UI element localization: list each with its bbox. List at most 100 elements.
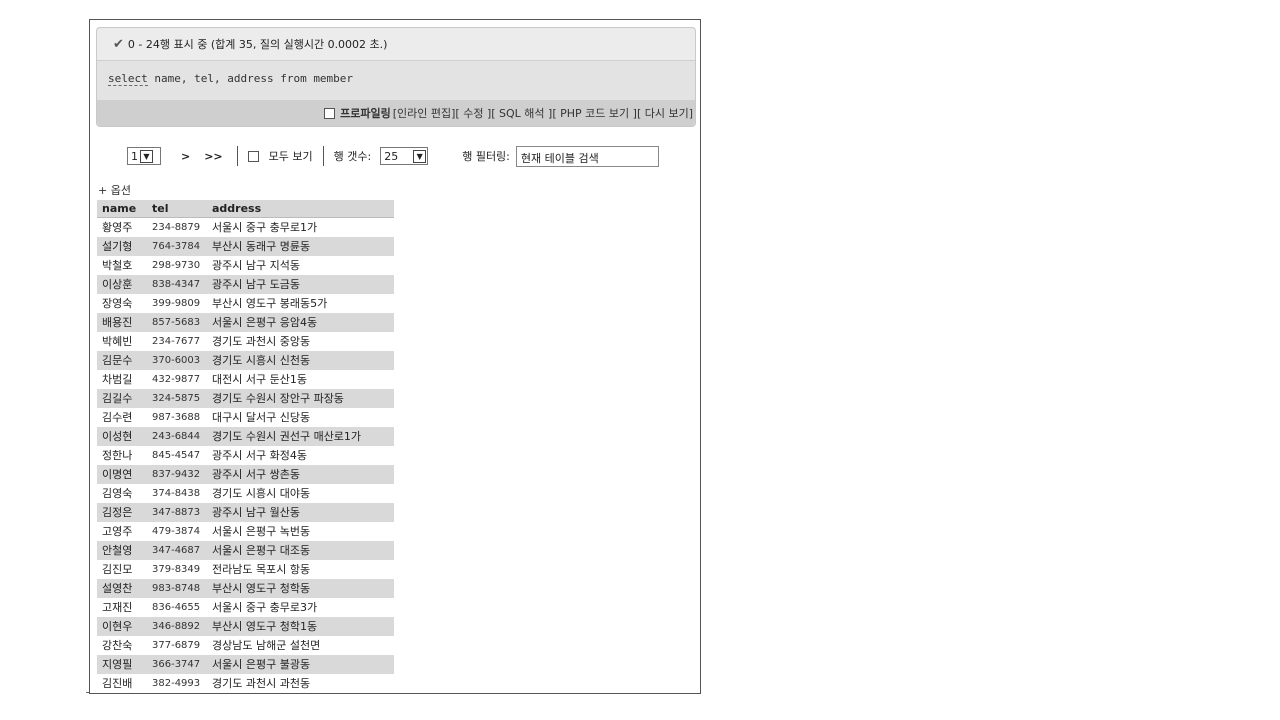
chevron-down-icon: ▼ (140, 149, 153, 163)
cell-name: 김진모 (102, 563, 133, 576)
cell-address: 경상남도 남해군 설천면 (212, 639, 321, 652)
cell-name: 이명연 (97, 465, 147, 484)
table-row[interactable]: 고영주 479-3874 서울시 은평구 녹번동 (97, 522, 394, 541)
column-header-address[interactable]: address (207, 200, 394, 218)
cell-name: 김영숙 (102, 487, 133, 500)
sql-query: select name, tel, address from member (108, 72, 354, 86)
cell-address: 경기도 시흥시 대야동 (212, 487, 311, 500)
cell-name: 차범길 (102, 373, 133, 386)
result-message: 0 - 24행 표시 중 (합계 35, 질의 실행시간 0.0002 초.) (127, 38, 388, 51)
show-all-label: 모두 보기 (268, 150, 313, 163)
table-row[interactable]: 김길수 324-5875 경기도 수원시 장안구 파장동 (97, 389, 394, 408)
table-row[interactable]: 정한나 845-4547 광주시 서구 화정4동 (97, 446, 394, 465)
table-row[interactable]: 이성현 243-6844 경기도 수원시 권선구 매산로1가 (97, 427, 394, 446)
cell-name: 박혜빈 (102, 335, 133, 348)
check-icon: ✔ (113, 36, 124, 52)
cell-name: 이상훈 (97, 275, 147, 294)
cell-address: 경기도 수원시 권선구 매산로1가 (207, 427, 394, 446)
cell-address: 경기도 수원시 장안구 파장동 (207, 389, 394, 408)
cell-name: 이현우 (97, 617, 147, 636)
cell-address: 부산시 영도구 청학동 (207, 579, 394, 598)
table-row[interactable]: 차범길 432-9877 대전시 서구 둔산1동 (97, 370, 394, 389)
rows-count-value: 25 (384, 149, 399, 163)
table-row[interactable]: 설영찬 983-8748 부산시 영도구 청학동 (97, 579, 394, 598)
cell-name: 이성현 (97, 427, 147, 446)
cell-tel: 366-3747 (147, 655, 207, 674)
table-row[interactable]: 김정은 347-8873 광주시 남구 월산동 (97, 503, 394, 522)
cell-tel: 374-8438 (152, 488, 201, 499)
table-row[interactable]: 이명연 837-9432 광주시 서구 쌍촌동 (97, 465, 394, 484)
refresh-link[interactable]: [ 다시 보기] (637, 105, 693, 121)
cell-address: 경기도 과천시 과천동 (212, 677, 311, 690)
cell-tel: 346-8892 (147, 617, 207, 636)
cell-name: 김수련 (102, 411, 133, 424)
sql-query-rest: name, tel, address from member (147, 72, 354, 85)
cell-name: 설기형 (97, 237, 147, 256)
table-row[interactable]: 배용진 857-5683 서울시 은평구 응암4동 (97, 313, 394, 332)
table-row[interactable]: 김진모 379-8349 전라남도 목포시 항동 (97, 560, 394, 579)
cell-tel: 324-5875 (147, 389, 207, 408)
cell-name: 정한나 (102, 449, 133, 462)
cell-name: 장영숙 (102, 297, 133, 310)
profiling-checkbox[interactable] (324, 107, 336, 119)
cell-name: 황영주 (102, 221, 133, 234)
table-row[interactable]: 고재진 836-4655 서울시 중구 충무로3가 (97, 598, 394, 617)
options-link[interactable]: + 옵션 (98, 182, 131, 198)
cell-address: 서울시 은평구 대조동 (207, 541, 394, 560)
cell-name: 지영필 (97, 655, 147, 674)
inline-edit-link[interactable]: [인라인 편집] (393, 105, 456, 121)
rows-count-label: 행 갯수: (333, 150, 372, 163)
table-row[interactable]: 김수련 987-3688 대구시 달서구 신당동 (97, 408, 394, 427)
column-header-name[interactable]: name (97, 200, 147, 218)
table-body: 황영주 234-8879 서울시 중구 충무로1가 설기형 764-3784 부산시 동래… (97, 218, 394, 694)
table-row[interactable]: 이현우 346-8892 부산시 영도구 청학1동 (97, 617, 394, 636)
cell-address: 서울시 은평구 녹번동 (212, 525, 311, 538)
sql-explain-link[interactable]: [ SQL 해석 ] (491, 105, 552, 121)
table-row[interactable]: 이상훈 838-4347 광주시 남구 도금동 (97, 275, 394, 294)
cell-tel: 432-9877 (152, 374, 201, 385)
cell-tel: 377-6879 (152, 640, 201, 651)
next-page-button[interactable]: > (181, 150, 190, 163)
cell-address: 전라남도 목포시 항동 (212, 563, 311, 576)
table-row[interactable]: 장영숙 399-9809 부산시 영도구 봉래동5가 (97, 294, 394, 313)
corner-mark (86, 692, 89, 693)
table-row[interactable]: 김영숙 374-8438 경기도 시흥시 대야동 (97, 484, 394, 503)
table-row[interactable]: 박혜빈 234-7677 경기도 과천시 중앙동 (97, 332, 394, 351)
cell-address: 서울시 중구 충무로3가 (212, 601, 318, 614)
cell-name: 박철호 (102, 259, 133, 272)
cell-tel: 347-8873 (147, 503, 207, 522)
rows-count-select[interactable]: 25 ▼ (380, 147, 429, 165)
cell-address: 경기도 시흥시 신천동 (207, 351, 394, 370)
cell-address: 부산시 영도구 청학1동 (207, 617, 394, 636)
cell-tel: 857-5683 (147, 313, 207, 332)
results-table: name tel address 황영주 234-8879 서울시 중구 충무로1가 설기… (97, 200, 394, 693)
table-row[interactable]: 안철영 347-4687 서울시 은평구 대조동 (97, 541, 394, 560)
edit-link[interactable]: [ 수정 ] (455, 105, 491, 121)
cell-name: 배용진 (97, 313, 147, 332)
cell-name: 김정은 (97, 503, 147, 522)
row-filter-input[interactable]: 현재 테이블 검색 (515, 145, 659, 167)
table-row[interactable]: 김문수 370-6003 경기도 시흥시 신천동 (97, 351, 394, 370)
last-page-button[interactable]: >> (204, 150, 222, 163)
query-result-panel: ✔ 0 - 24행 표시 중 (합계 35, 질의 실행시간 0.0002 초.… (89, 19, 701, 694)
php-code-link[interactable]: [ PHP 코드 보기 ] (552, 105, 637, 121)
cell-tel: 845-4547 (152, 450, 201, 461)
cell-address: 부산시 동래구 명륜동 (207, 237, 394, 256)
table-row[interactable]: 지영필 366-3747 서울시 은평구 불광동 (97, 655, 394, 674)
table-row[interactable]: 김진배 382-4993 경기도 과천시 과천동 (97, 674, 394, 693)
query-links-bar: 프로파일링 [인라인 편집] [ 수정 ] [ SQL 해석 ] [ PHP 코… (97, 100, 695, 126)
cell-name: 고재진 (102, 601, 133, 614)
table-row[interactable]: 황영주 234-8879 서울시 중구 충무로1가 (97, 218, 394, 238)
page-select[interactable]: 1 ▼ (127, 147, 161, 165)
result-box: ✔ 0 - 24행 표시 중 (합계 35, 질의 실행시간 0.0002 초.… (96, 27, 696, 127)
cell-tel: 983-8748 (147, 579, 207, 598)
column-header-tel[interactable]: tel (147, 200, 207, 218)
table-row[interactable]: 박철호 298-9730 광주시 남구 지석동 (97, 256, 394, 275)
cell-name: 김길수 (97, 389, 147, 408)
table-row[interactable]: 강찬숙 377-6879 경상남도 남해군 설천면 (97, 636, 394, 655)
table-row[interactable]: 설기형 764-3784 부산시 동래구 명륜동 (97, 237, 394, 256)
cell-tel: 370-6003 (147, 351, 207, 370)
sql-keyword[interactable]: select (108, 72, 148, 86)
chevron-down-icon: ▼ (413, 149, 427, 163)
show-all-checkbox[interactable] (247, 150, 259, 162)
